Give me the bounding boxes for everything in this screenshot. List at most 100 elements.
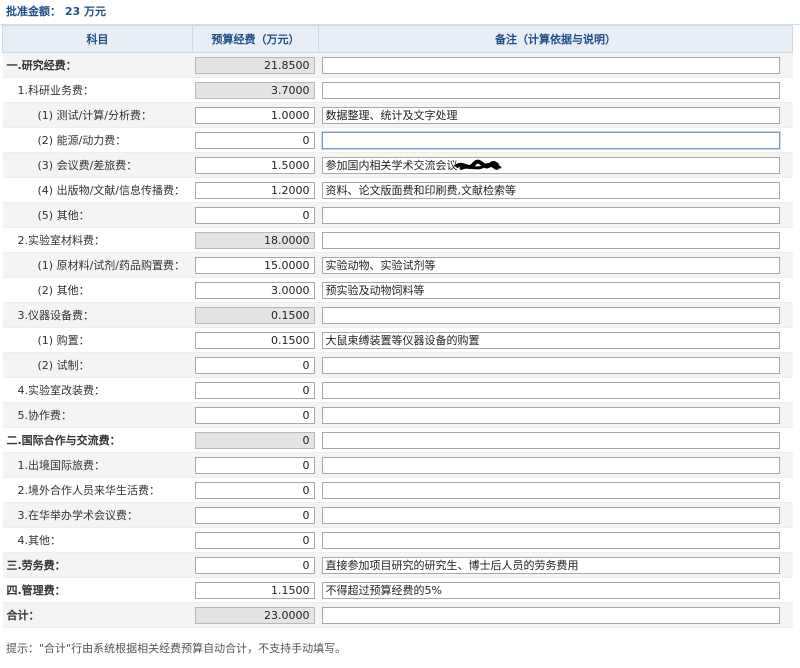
table-row: (2) 试制： 0 — [2, 352, 793, 378]
amount-cell: 23.0000 — [192, 602, 319, 628]
amount-cell: 0 — [192, 477, 319, 503]
amount-input[interactable]: 0 — [194, 556, 315, 574]
note-cell — [318, 402, 793, 428]
amount-cell: 0 — [192, 527, 319, 553]
note-input[interactable] — [321, 606, 780, 624]
row-label: 4.实验室改装费： — [2, 377, 193, 403]
amount-input[interactable]: 0 — [194, 406, 315, 424]
amount-input[interactable]: 0 — [194, 506, 315, 524]
table-row: (4) 出版物/文献/信息传播费： 1.2000 资料、论文版面费和印刷费,文献检索… — [2, 177, 793, 203]
note-input[interactable]: 大鼠束缚装置等仪器设备的购置 — [321, 331, 780, 349]
table-row: 二.国际合作与交流费： 0 — [2, 427, 793, 453]
row-label: 2.实验室材料费： — [2, 227, 193, 253]
approved-amount: 批准金额： 23 万元 — [0, 0, 800, 25]
amount-input[interactable]: 1.5000 — [194, 156, 315, 174]
amount-cell: 0 — [192, 202, 319, 228]
note-input[interactable]: 直接参加项目研究的研究生、博士后人员的劳务费用 — [321, 556, 780, 574]
amount-cell: 3.7000 — [192, 77, 319, 103]
note-cell: 实验动物、实验试剂等 — [318, 252, 793, 278]
amount-readonly-field: 0.1500 — [194, 306, 315, 324]
table-row: 4.其他： 0 — [2, 527, 793, 553]
amount-input[interactable]: 0.1500 — [194, 331, 315, 349]
amount-cell: 0.1500 — [192, 327, 319, 353]
note-cell — [318, 352, 793, 378]
amount-input[interactable]: 0 — [194, 381, 315, 399]
amount-input[interactable]: 3.0000 — [194, 281, 315, 299]
amount-input[interactable]: 0 — [194, 131, 315, 149]
amount-input[interactable]: 0 — [194, 531, 315, 549]
row-label: (5) 其他： — [2, 202, 193, 228]
note-input[interactable] — [321, 231, 780, 249]
note-input[interactable] — [321, 506, 780, 524]
note-input[interactable]: 参加国内相关学术交流会议 — [321, 156, 780, 174]
row-label: 二.国际合作与交流费： — [2, 427, 193, 453]
note-text: 实验动物、实验试剂等 — [325, 258, 436, 272]
budget-table: 科目 预算经费（万元） 备注（计算依据与说明） 一.研究经费： 21.8500 1.… — [2, 25, 793, 628]
row-label: (3) 会议费/差旅费： — [2, 152, 193, 178]
note-cell — [318, 427, 793, 453]
table-row: 1.出境国际旅费： 0 — [2, 452, 793, 478]
table-header: 科目 预算经费（万元） 备注（计算依据与说明） — [2, 25, 793, 53]
note-input[interactable] — [321, 456, 780, 474]
header-note: 备注（计算依据与说明） — [318, 25, 793, 53]
amount-input[interactable]: 0 — [194, 456, 315, 474]
amount-readonly-field: 0 — [194, 431, 315, 449]
note-input[interactable]: 不得超过预算经费的5% — [321, 581, 780, 599]
table-row: (1) 原材料/试剂/药品购置费： 15.0000 实验动物、实验试剂等 — [2, 252, 793, 278]
note-cell — [318, 377, 793, 403]
amount-cell: 0 — [192, 427, 319, 453]
row-label: (1) 原材料/试剂/药品购置费： — [2, 252, 193, 278]
note-input[interactable] — [321, 381, 780, 399]
amount-cell: 0 — [192, 127, 319, 153]
redaction-scribble-icon — [453, 159, 502, 170]
amount-input[interactable]: 0 — [194, 356, 315, 374]
amount-input[interactable]: 0 — [194, 206, 315, 224]
note-input[interactable]: 实验动物、实验试剂等 — [321, 256, 780, 274]
note-input[interactable] — [321, 206, 780, 224]
row-label: 合计： — [2, 602, 193, 628]
amount-input[interactable]: 1.1500 — [194, 581, 315, 599]
note-cell — [318, 302, 793, 328]
row-label: 5.协作费： — [2, 402, 193, 428]
note-input[interactable] — [321, 481, 780, 499]
row-label: 3.在华举办学术会议费： — [2, 502, 193, 528]
note-text: 参加国内相关学术交流会议 — [325, 158, 458, 172]
table-row: 2.实验室材料费： 18.0000 — [2, 227, 793, 253]
note-cell — [318, 227, 793, 253]
amount-input[interactable]: 0 — [194, 481, 315, 499]
amount-cell: 0 — [192, 352, 319, 378]
row-label: (2) 能源/动力费： — [2, 127, 193, 153]
note-input[interactable] — [321, 81, 780, 99]
row-label: 1.科研业务费： — [2, 77, 193, 103]
row-label: 四.管理费： — [2, 577, 193, 603]
note-cell: 直接参加项目研究的研究生、博士后人员的劳务费用 — [318, 552, 793, 578]
table-row: (1) 购置： 0.1500 大鼠束缚装置等仪器设备的购置 — [2, 327, 793, 353]
note-cell — [318, 602, 793, 628]
note-input[interactable] — [321, 406, 780, 424]
note-input[interactable] — [321, 431, 780, 449]
row-label: (1) 购置： — [2, 327, 193, 353]
amount-input[interactable]: 15.0000 — [194, 256, 315, 274]
amount-readonly-field: 23.0000 — [194, 606, 315, 624]
note-input[interactable] — [321, 531, 780, 549]
amount-input[interactable]: 1.2000 — [194, 181, 315, 199]
note-input[interactable] — [321, 56, 780, 74]
note-input[interactable] — [321, 131, 780, 149]
amount-input[interactable]: 1.0000 — [194, 106, 315, 124]
row-label: (4) 出版物/文献/信息传播费： — [2, 177, 193, 203]
note-input[interactable] — [321, 356, 780, 374]
amount-cell: 0 — [192, 377, 319, 403]
note-text: 预实验及动物饲料等 — [325, 283, 425, 297]
amount-readonly-field: 18.0000 — [194, 231, 315, 249]
note-cell — [318, 127, 793, 153]
note-input[interactable]: 预实验及动物饲料等 — [321, 281, 780, 299]
note-input[interactable]: 资料、论文版面费和印刷费,文献检索等 — [321, 181, 780, 199]
note-input[interactable]: 数据整理、统计及文字处理 — [321, 106, 780, 124]
amount-cell: 1.2000 — [192, 177, 319, 203]
header-subject: 科目 — [2, 25, 193, 53]
row-label: (1) 测试/计算/分析费： — [2, 102, 193, 128]
note-input[interactable] — [321, 306, 780, 324]
table-row: (1) 测试/计算/分析费： 1.0000 数据整理、统计及文字处理 — [2, 102, 793, 128]
amount-cell: 21.8500 — [192, 52, 319, 78]
amount-cell: 15.0000 — [192, 252, 319, 278]
